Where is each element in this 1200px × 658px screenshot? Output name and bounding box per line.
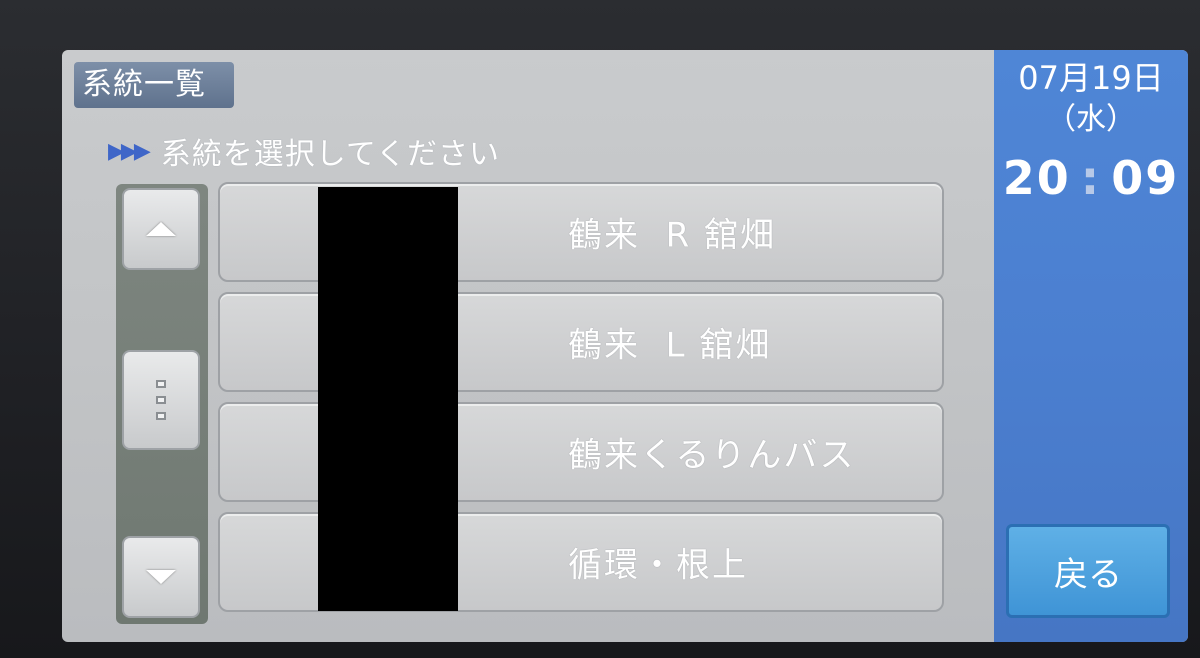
clock-colon: :	[1080, 151, 1102, 205]
back-button[interactable]: 戻る	[1006, 524, 1170, 618]
instruction-text: 系統を選択してください	[160, 137, 500, 172]
screen: 系統一覧 ▶▶▶ 系統を選択してください 鶴来 R 舘畑 鶴来 L 舘畑 鶴来く…	[62, 50, 1188, 642]
clock-hour: 20	[1002, 151, 1071, 205]
side-panel: 07月19日 （水） 20:09 戻る	[994, 50, 1188, 642]
triangle-down-icon	[146, 570, 176, 584]
route-label: 鶴来 L 舘畑	[568, 325, 772, 366]
scroll-thumb[interactable]	[122, 350, 200, 450]
route-label: 鶴来 R 舘畑	[568, 215, 777, 256]
redaction-box	[318, 187, 458, 611]
triangle-up-icon	[146, 222, 176, 236]
grip-icon	[156, 380, 166, 420]
scroll-down-button[interactable]	[122, 536, 200, 618]
instruction: ▶▶▶ 系統を選択してください	[108, 130, 500, 172]
route-label: 循環・根上	[568, 545, 748, 586]
route-label: 鶴来くるりんバス	[568, 435, 856, 476]
clock-minute: 09	[1111, 151, 1180, 205]
scrollbar[interactable]	[116, 184, 208, 624]
page-title: 系統一覧	[74, 62, 234, 108]
triple-arrow-icon: ▶▶▶	[108, 138, 151, 164]
date-display: 07月19日	[1018, 59, 1164, 97]
scroll-up-button[interactable]	[122, 188, 200, 270]
clock: 20:09	[994, 148, 1188, 208]
weekday-display: （水）	[1046, 102, 1136, 137]
